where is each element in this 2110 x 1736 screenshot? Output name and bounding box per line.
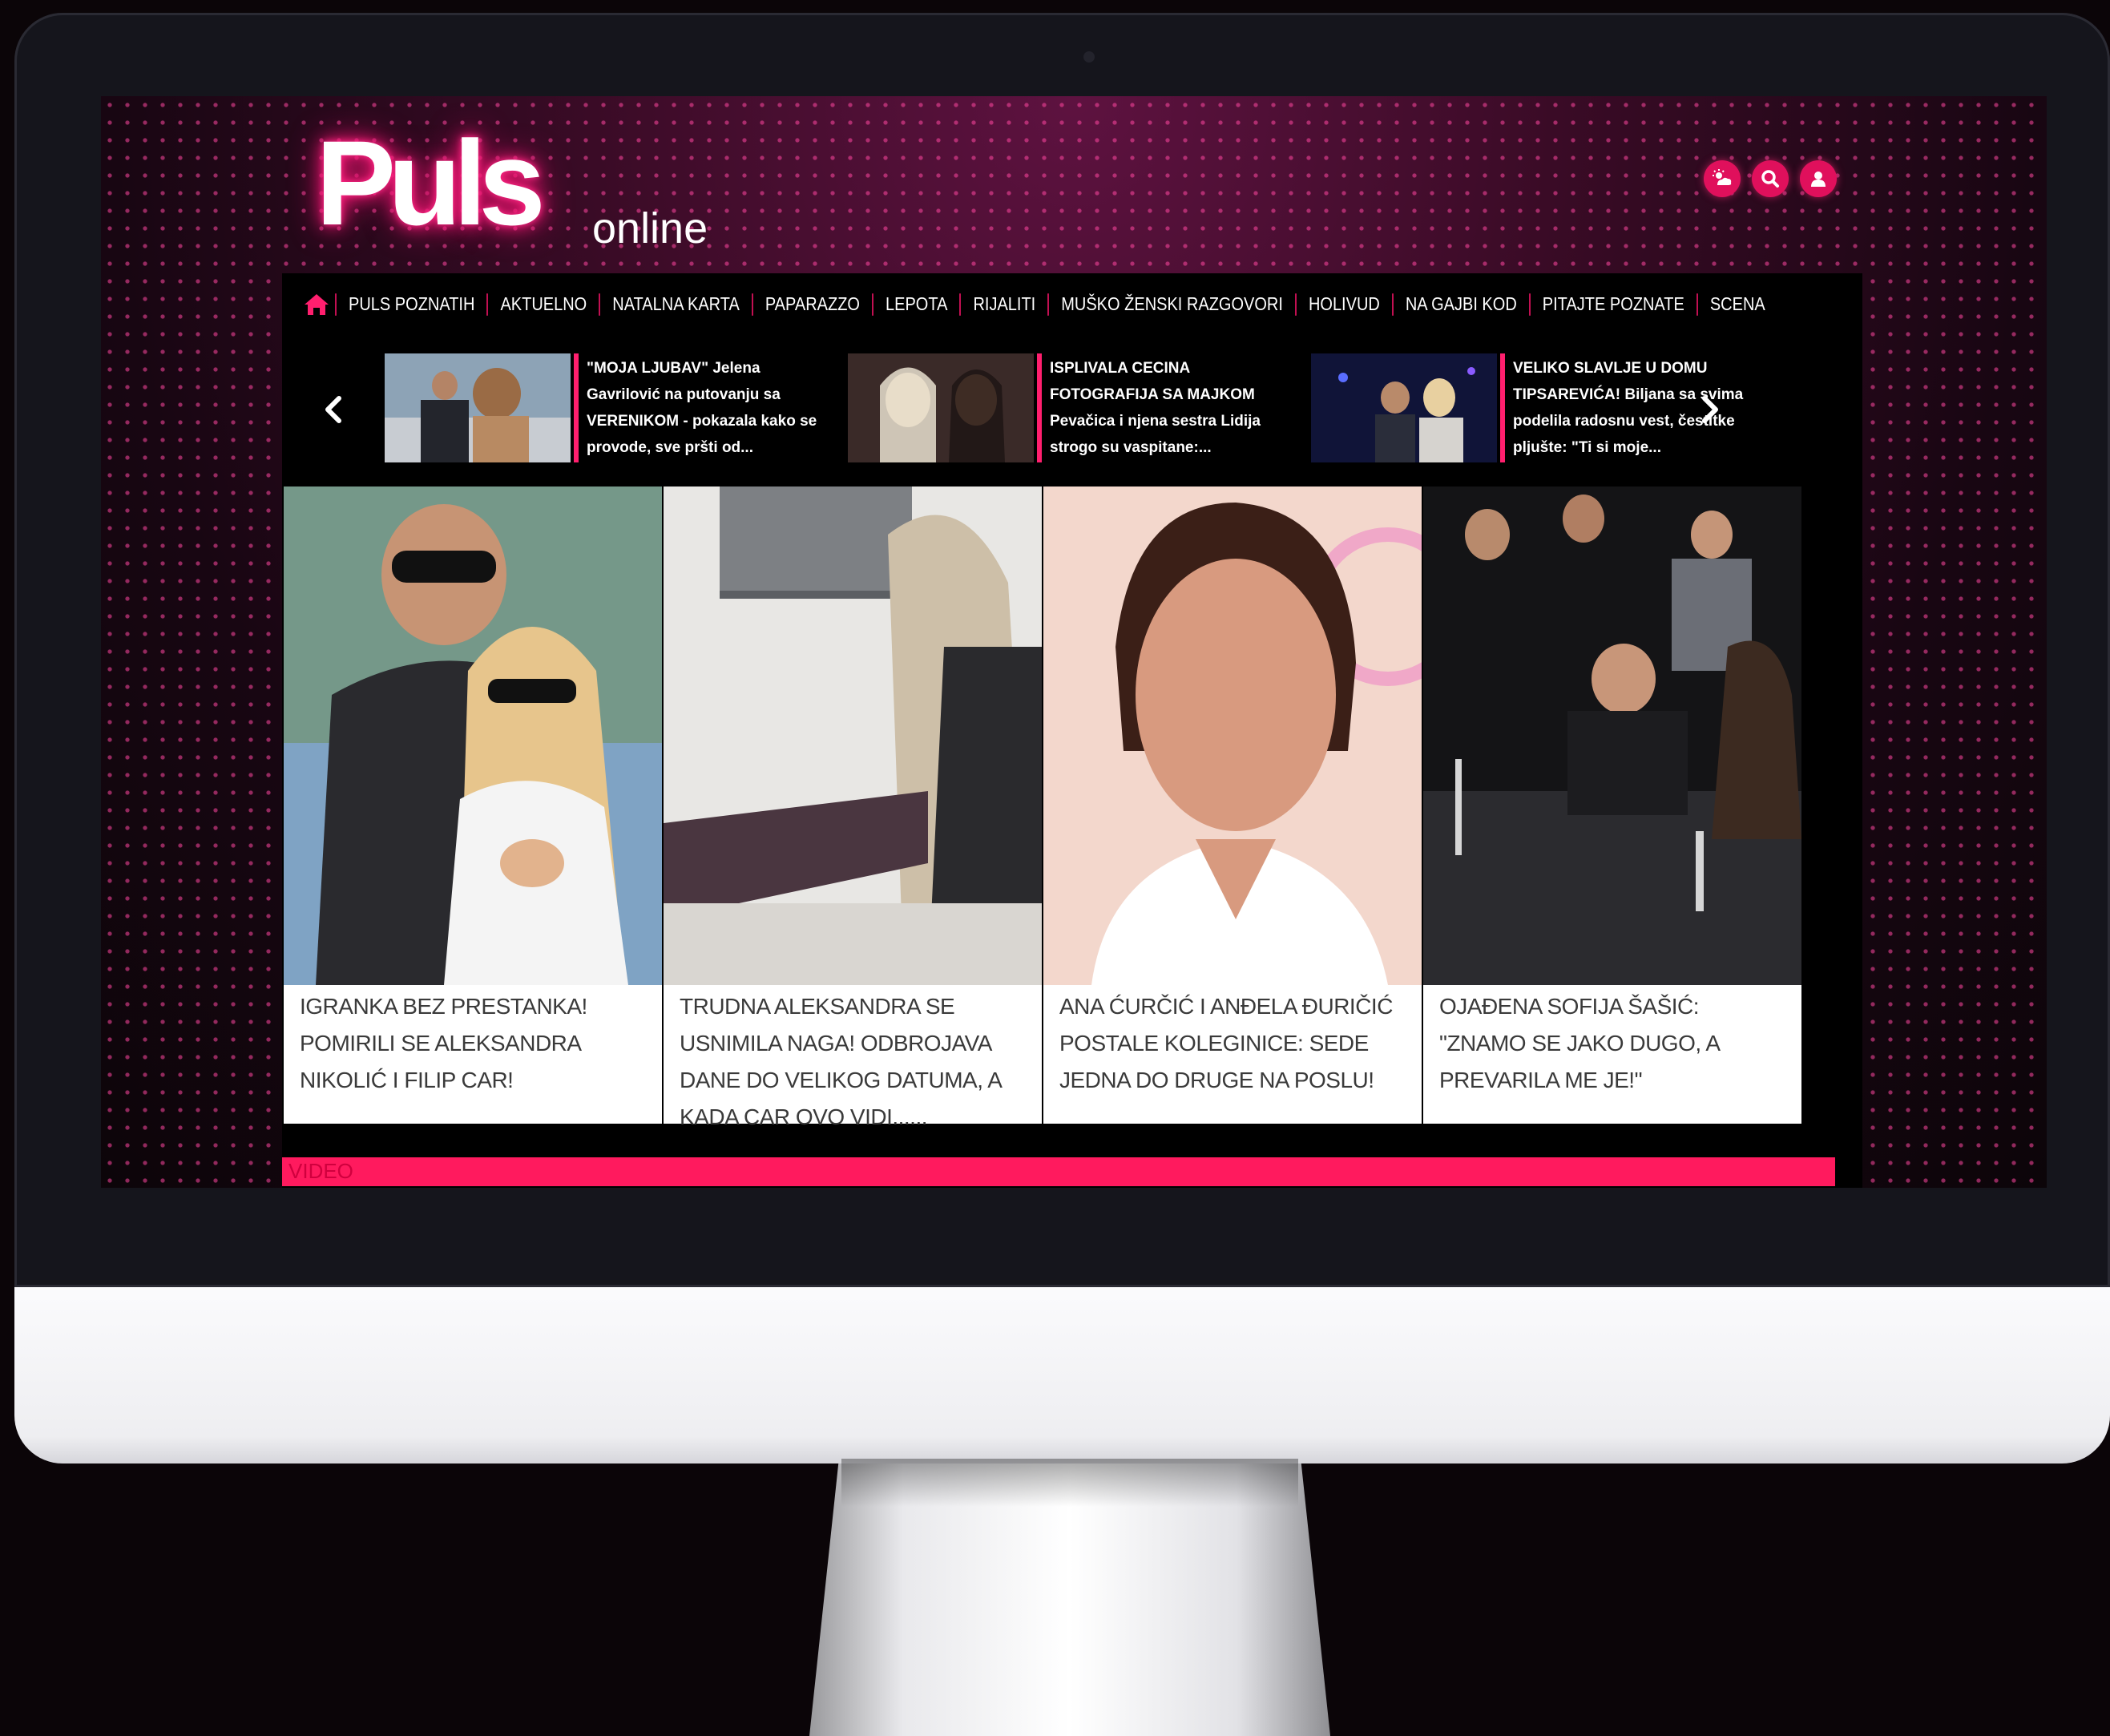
article-card[interactable]: OJAĐENA SOFIJA ŠAŠIĆ: "ZNAMO SE JAKO DUG… xyxy=(1423,486,1801,1124)
monitor-chin xyxy=(14,1282,2110,1463)
nav-item-paparazzo[interactable]: PAPARAZZO xyxy=(751,293,872,316)
article-image xyxy=(284,486,662,985)
logo-sub-text: online xyxy=(592,204,708,252)
ticker-accent-bar xyxy=(1037,353,1042,462)
nav-item-lepota[interactable]: LEPOTA xyxy=(872,293,959,316)
nav-item-na-gajbi-kod[interactable]: NA GAJBI KOD xyxy=(1391,293,1529,316)
section-label: VIDEO xyxy=(288,1159,353,1183)
article-card[interactable]: TRUDNA ALEKSANDRA SE USNIMILA NAGA! ODBR… xyxy=(664,486,1042,1129)
chevron-left-icon[interactable] xyxy=(317,394,349,426)
stand-shadow xyxy=(841,1459,1298,1507)
nav-item-natalna-karta[interactable]: NATALNA KARTA xyxy=(599,293,752,316)
site-logo[interactable]: Puls online xyxy=(316,114,765,266)
weather-icon[interactable] xyxy=(1704,160,1741,197)
content-panel: PULS POZNATIH AKTUELNO NATALNA KARTA PAP… xyxy=(282,273,1862,1188)
nav-item-musko-zenski[interactable]: MUŠKO ŽENSKI RAZGOVORI xyxy=(1047,293,1295,316)
camera-icon xyxy=(1083,51,1095,63)
ticker-accent-bar xyxy=(574,353,579,462)
ticker-headline: "MOJA LJUBAV" Jelena Gavrilović na putov… xyxy=(587,360,817,456)
article-image xyxy=(664,486,1042,985)
article-card[interactable]: ANA ĆURČIĆ I ANĐELA ĐURIČIĆ POSTALE KOLE… xyxy=(1043,486,1422,1124)
home-icon[interactable] xyxy=(303,291,330,318)
ticker-item[interactable]: "MOJA LJUBAV" Jelena Gavrilović na putov… xyxy=(385,353,833,462)
website-screen: Puls online PULS POZNATIH AKTUELNO NATAL… xyxy=(101,96,2047,1188)
article-card[interactable]: IGRANKA BEZ PRESTANKA! POMIRILI SE ALEKS… xyxy=(284,486,662,1124)
ticker-item[interactable]: ISPLIVALA CECINA FOTOGRAFIJA SA MAJKOM P… xyxy=(848,353,1297,462)
ticker-item[interactable]: VELIKO SLAVLJE U DOMU TIPSAREVIĆA! Bilja… xyxy=(1311,353,1760,462)
ticker-accent-bar xyxy=(1500,353,1505,462)
nav-item-aktuelno[interactable]: AKTUELNO xyxy=(486,293,599,316)
article-title[interactable]: ANA ĆURČIĆ I ANĐELA ĐURIČIĆ POSTALE KOLE… xyxy=(1059,988,1404,1099)
article-image xyxy=(1043,486,1422,985)
search-icon[interactable] xyxy=(1752,160,1789,197)
ticker-thumbnail xyxy=(848,353,1034,462)
user-icon[interactable] xyxy=(1800,160,1837,197)
header-actions xyxy=(1704,160,1837,197)
logo-main-text: Puls xyxy=(316,115,546,250)
ticker-headline: ISPLIVALA CECINA FOTOGRAFIJA SA MAJKOM P… xyxy=(1050,360,1261,456)
article-title[interactable]: TRUDNA ALEKSANDRA SE USNIMILA NAGA! ODBR… xyxy=(680,988,1024,1136)
ticker-thumbnail xyxy=(385,353,571,462)
nav-item-pitajte-poznate[interactable]: PITAJTE POZNATE xyxy=(1528,293,1696,316)
news-ticker: "MOJA LJUBAV" Jelena Gavrilović na putov… xyxy=(282,352,1862,468)
nav-item-puls-poznatih[interactable]: PULS POZNATIH xyxy=(335,293,486,316)
article-title[interactable]: IGRANKA BEZ PRESTANKA! POMIRILI SE ALEKS… xyxy=(300,988,644,1099)
chevron-right-icon[interactable] xyxy=(1694,394,1726,426)
nav-item-rijaliti[interactable]: RIJALITI xyxy=(959,293,1047,316)
main-nav: PULS POZNATIH AKTUELNO NATALNA KARTA PAP… xyxy=(282,273,1862,336)
nav-item-holivud[interactable]: HOLIVUD xyxy=(1294,293,1392,316)
video-section-bar[interactable]: VIDEO xyxy=(282,1157,1835,1186)
nav-item-scena[interactable]: SCENA xyxy=(1696,293,1777,316)
ticker-thumbnail xyxy=(1311,353,1497,462)
article-image xyxy=(1423,486,1801,985)
article-title[interactable]: OJAĐENA SOFIJA ŠAŠIĆ: "ZNAMO SE JAKO DUG… xyxy=(1439,988,1784,1099)
